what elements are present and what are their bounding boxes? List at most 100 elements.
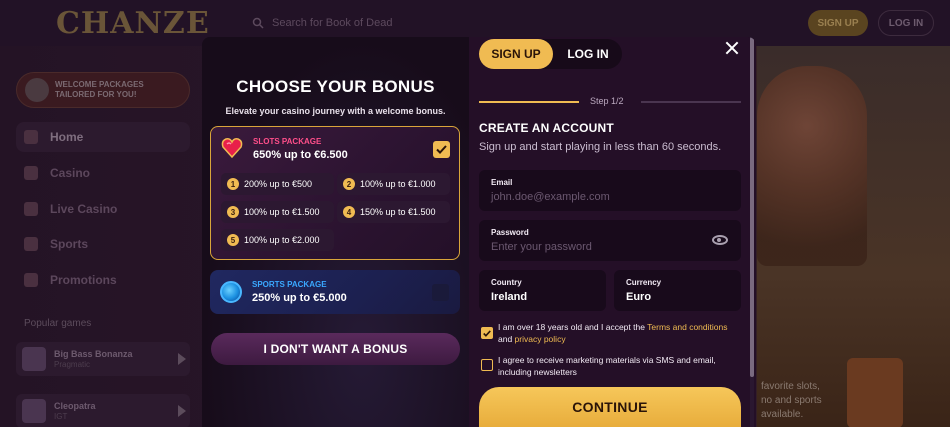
popular-game-item[interactable]: Cleopatra IGT — [16, 394, 190, 427]
continue-button[interactable]: CONTINUE — [479, 387, 741, 427]
sidebar-item-promotions[interactable]: Promotions — [16, 265, 190, 295]
option-number-badge: 2 — [343, 178, 355, 190]
option-number-badge: 4 — [343, 206, 355, 218]
option-text: 100% up to €1.000 — [360, 179, 436, 189]
sports-package-label: SPORTS PACKAGE — [252, 280, 327, 289]
sports-package-card[interactable]: SPORTS PACKAGE 250% up to €5.000 — [210, 270, 460, 314]
option-text: 200% up to €500 — [244, 179, 313, 189]
privacy-policy-link[interactable]: privacy policy — [515, 334, 566, 344]
tab-signup[interactable]: SIGN UP — [479, 39, 553, 69]
casino-icon — [24, 166, 38, 180]
form-title: CREATE AN ACCOUNT — [479, 121, 614, 135]
age-terms-text: I am over 18 years old and I accept the … — [498, 321, 748, 345]
tab-login[interactable]: LOG IN — [555, 39, 621, 69]
promotions-icon — [24, 273, 38, 287]
sidebar-item-label: Sports — [50, 237, 89, 251]
sidebar-item-home[interactable]: Home — [16, 122, 190, 152]
email-field[interactable]: Email john.doe@example.com — [479, 170, 741, 211]
sidebar-item-label: Promotions — [50, 273, 117, 287]
age-terms-label: I am over 18 years old and I accept the — [498, 322, 648, 332]
sports-package-value: 250% up to €5.000 — [252, 292, 347, 304]
site-logo[interactable]: CHANZE — [56, 6, 210, 41]
sidebar-item-label: Live Casino — [50, 202, 118, 216]
live-casino-icon — [24, 202, 38, 216]
bonus-subtitle: Elevate your casino journey with a welco… — [225, 106, 446, 116]
option-text: 100% up to €2.000 — [244, 235, 320, 245]
age-terms-checkbox[interactable] — [481, 327, 493, 339]
hero-character-image — [757, 66, 867, 266]
welcome-line-2: TAILORED FOR YOU! — [55, 90, 137, 99]
option-text: 150% up to €1.500 — [360, 207, 436, 217]
scrollbar-thumb[interactable] — [750, 37, 754, 377]
sports-package-checkbox[interactable] — [432, 284, 449, 301]
country-label: Country — [491, 278, 522, 287]
hero-text: favorite slots, no and sports available. — [761, 380, 822, 422]
form-subtitle: Sign up and start playing in less than 6… — [479, 141, 722, 153]
checkmark-icon — [436, 145, 447, 154]
signup-form-panel: SIGN UP LOG IN Step 1/2 CREATE AN ACCOUN… — [469, 37, 756, 427]
auth-tabs: SIGN UP LOG IN — [479, 39, 622, 69]
slots-package-value: 650% up to €6.500 — [253, 149, 348, 161]
search-icon — [252, 17, 264, 29]
slots-package-checkbox[interactable] — [433, 141, 450, 158]
header-signup-button[interactable]: SIGN UP — [808, 10, 868, 36]
popular-games-title: Popular games — [24, 318, 92, 329]
game-name: Big Bass Bonanza — [54, 349, 133, 359]
sidebar-item-casino[interactable]: Casino — [16, 158, 190, 188]
home-icon — [24, 130, 38, 144]
hero-text-line: available. — [761, 409, 804, 420]
slots-option-2: 2 100% up to €1.000 — [337, 173, 450, 195]
game-thumbnail — [22, 347, 46, 371]
welcome-line-1: WELCOME PACKAGES — [55, 80, 144, 89]
search-placeholder: Search for Book of Dead — [272, 17, 393, 29]
password-label: Password — [491, 228, 529, 237]
country-value: Ireland — [491, 291, 528, 303]
slots-option-3: 3 100% up to €1.500 — [221, 201, 334, 223]
currency-select[interactable]: Currency Euro — [614, 270, 741, 311]
country-select[interactable]: Country Ireland — [479, 270, 606, 311]
age-terms-label-2: and — [498, 334, 515, 344]
game-thumbnail — [22, 399, 46, 423]
sports-icon — [24, 237, 38, 251]
option-number-badge: 1 — [227, 178, 239, 190]
bonus-title: CHOOSE YOUR BONUS — [236, 77, 435, 96]
progress-bar-completed — [479, 101, 579, 103]
search-bar[interactable]: Search for Book of Dead — [252, 10, 552, 36]
heart-gem-icon — [221, 138, 243, 159]
close-icon[interactable] — [723, 39, 741, 57]
play-icon[interactable] — [178, 405, 186, 417]
slots-package-card[interactable]: SLOTS PACKAGE 650% up to €6.500 1 200% up… — [210, 126, 460, 260]
no-bonus-button[interactable]: I DON'T WANT A BONUS — [211, 333, 460, 365]
checkmark-icon — [483, 329, 491, 337]
popular-game-item[interactable]: Big Bass Bonanza Pragmatic — [16, 342, 190, 376]
sports-ball-icon — [220, 281, 242, 303]
password-field[interactable]: Password Enter your password — [479, 220, 741, 261]
compass-icon — [25, 78, 49, 102]
slots-option-5: 5 100% up to €2.000 — [221, 229, 334, 251]
welcome-banner[interactable]: WELCOME PACKAGES TAILORED FOR YOU! — [16, 72, 190, 108]
slots-package-label: SLOTS PACKAGE — [253, 137, 322, 146]
signup-modal: CHOOSE YOUR BONUS Elevate your casino jo… — [202, 37, 756, 427]
progress-bar-remaining — [641, 101, 741, 103]
email-label: Email — [491, 178, 513, 187]
eye-icon[interactable] — [712, 235, 728, 245]
terms-link[interactable]: Terms and conditions — [647, 322, 727, 332]
option-number-badge: 5 — [227, 234, 239, 246]
sidebar-item-live-casino[interactable]: Live Casino — [16, 194, 190, 224]
marketing-checkbox[interactable] — [481, 359, 493, 371]
bonus-panel: CHOOSE YOUR BONUS Elevate your casino jo… — [202, 37, 469, 427]
hero-banner: favorite slots, no and sports available. — [757, 46, 950, 427]
option-text: 100% up to €1.500 — [244, 207, 320, 217]
step-indicator: Step 1/2 — [590, 96, 624, 106]
email-placeholder: john.doe@example.com — [491, 191, 610, 203]
game-provider: Pragmatic — [54, 360, 91, 369]
sidebar-item-sports[interactable]: Sports — [16, 229, 190, 259]
header-login-button[interactable]: LOG IN — [878, 10, 934, 36]
currency-value: Euro — [626, 291, 652, 303]
slots-option-4: 4 150% up to €1.500 — [337, 201, 450, 223]
hero-text-line: favorite slots, — [761, 381, 820, 392]
hero-text-line: no and sports — [761, 395, 822, 406]
slots-option-1: 1 200% up to €500 — [221, 173, 334, 195]
play-icon[interactable] — [178, 353, 186, 365]
currency-label: Currency — [626, 278, 662, 287]
